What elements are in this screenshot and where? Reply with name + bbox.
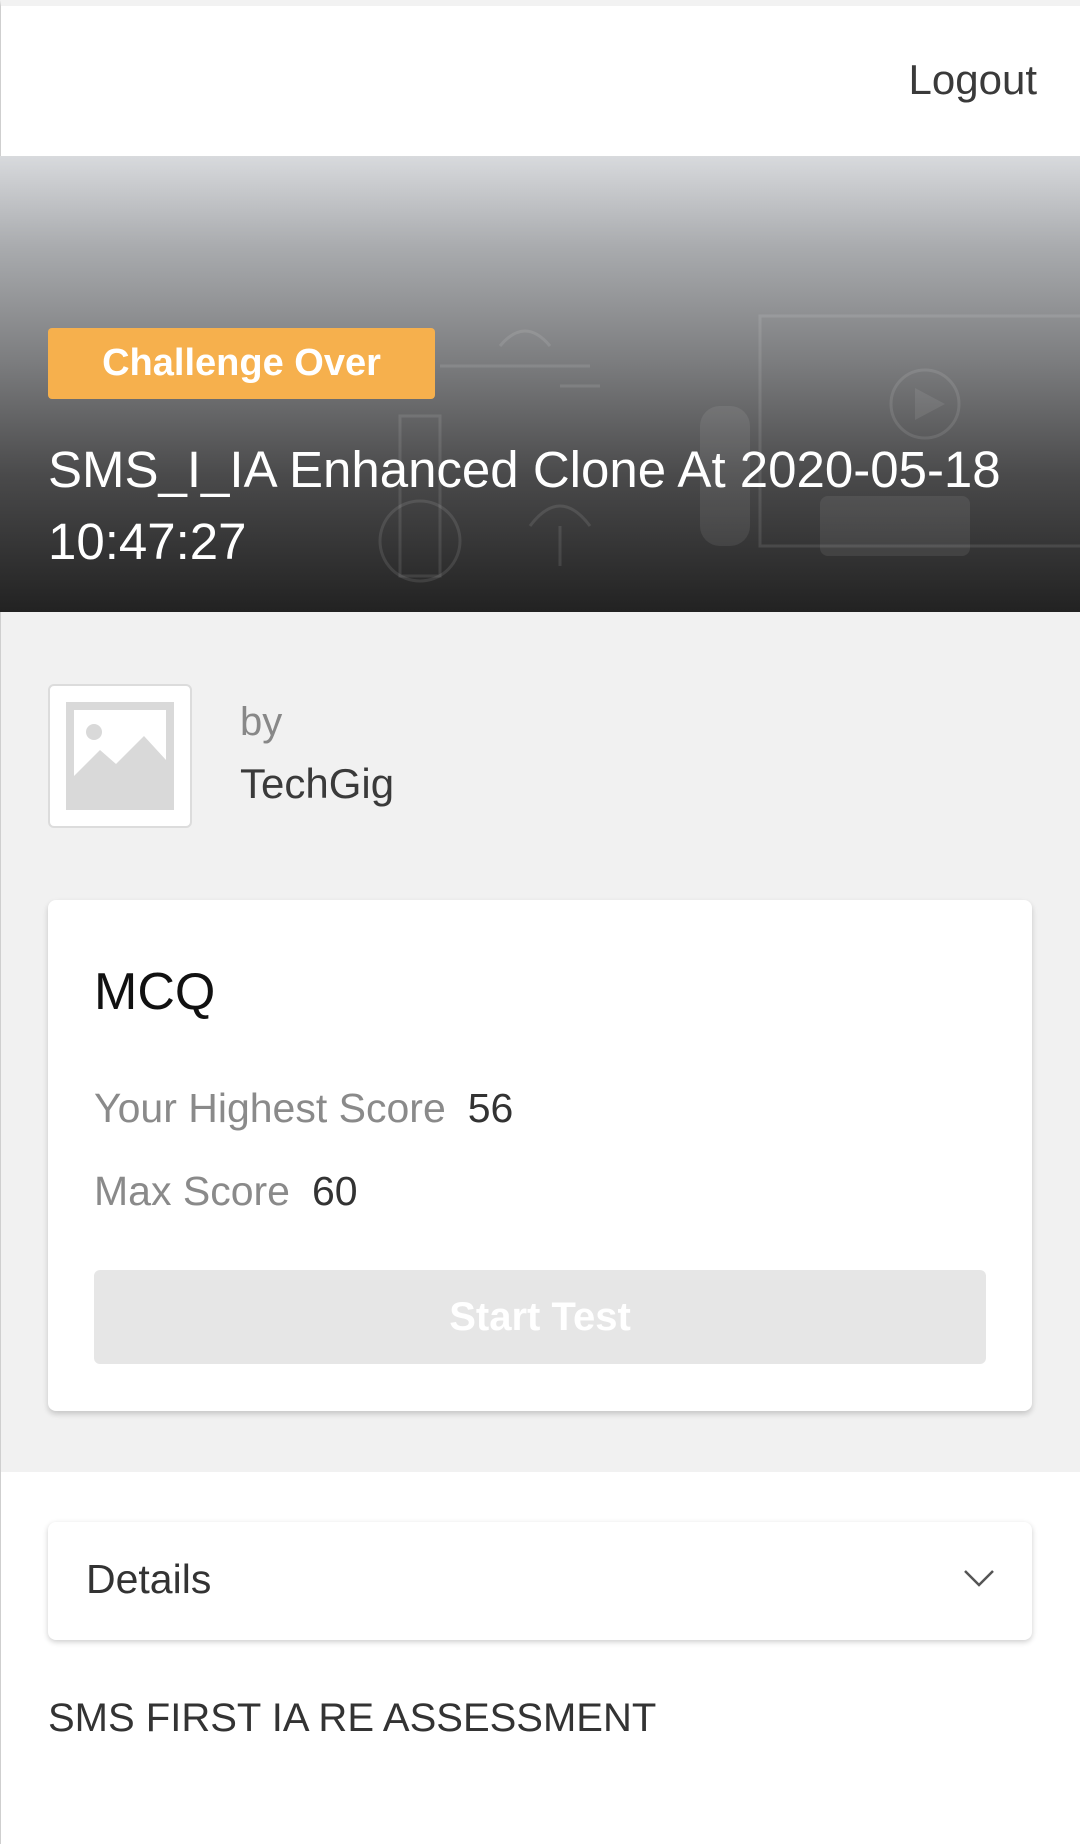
image-placeholder-icon <box>66 702 174 810</box>
chevron-down-icon[interactable] <box>962 1566 996 1590</box>
details-label: Details <box>86 1556 212 1602</box>
test-card: MCQ Your Highest Score 56 Max Score 60 Sta… <box>48 900 1032 1411</box>
organizer-logo <box>48 684 192 828</box>
highest-score-value: 56 <box>467 1085 514 1131</box>
page-border <box>0 1472 1 1844</box>
max-score-row: Max Score 60 <box>94 1168 358 1215</box>
highest-score-row: Your Highest Score 56 <box>94 1085 513 1132</box>
challenge-title: SMS_I_IA Enhanced Clone At 2020-05-18 10… <box>48 441 1001 570</box>
challenge-description: SMS FIRST IA RE ASSESSMENT <box>48 1696 657 1740</box>
test-type-title: MCQ <box>94 963 216 1021</box>
highest-score-label: Your Highest Score <box>94 1085 446 1131</box>
challenge-over-badge: Challenge Over <box>48 328 435 399</box>
max-score-label: Max Score <box>94 1168 290 1214</box>
details-accordion[interactable]: Details <box>48 1522 1032 1640</box>
logout-link[interactable]: Logout <box>909 56 1037 104</box>
max-score-value: 60 <box>311 1168 358 1214</box>
challenge-banner: Challenge Over SMS_I_IA Enhanced Clone A… <box>0 156 1080 612</box>
organizer-name[interactable]: TechGig <box>240 760 394 808</box>
by-label: by <box>240 700 283 744</box>
start-test-button[interactable]: Start Test <box>94 1270 986 1364</box>
top-bar: Logout <box>0 0 1080 156</box>
